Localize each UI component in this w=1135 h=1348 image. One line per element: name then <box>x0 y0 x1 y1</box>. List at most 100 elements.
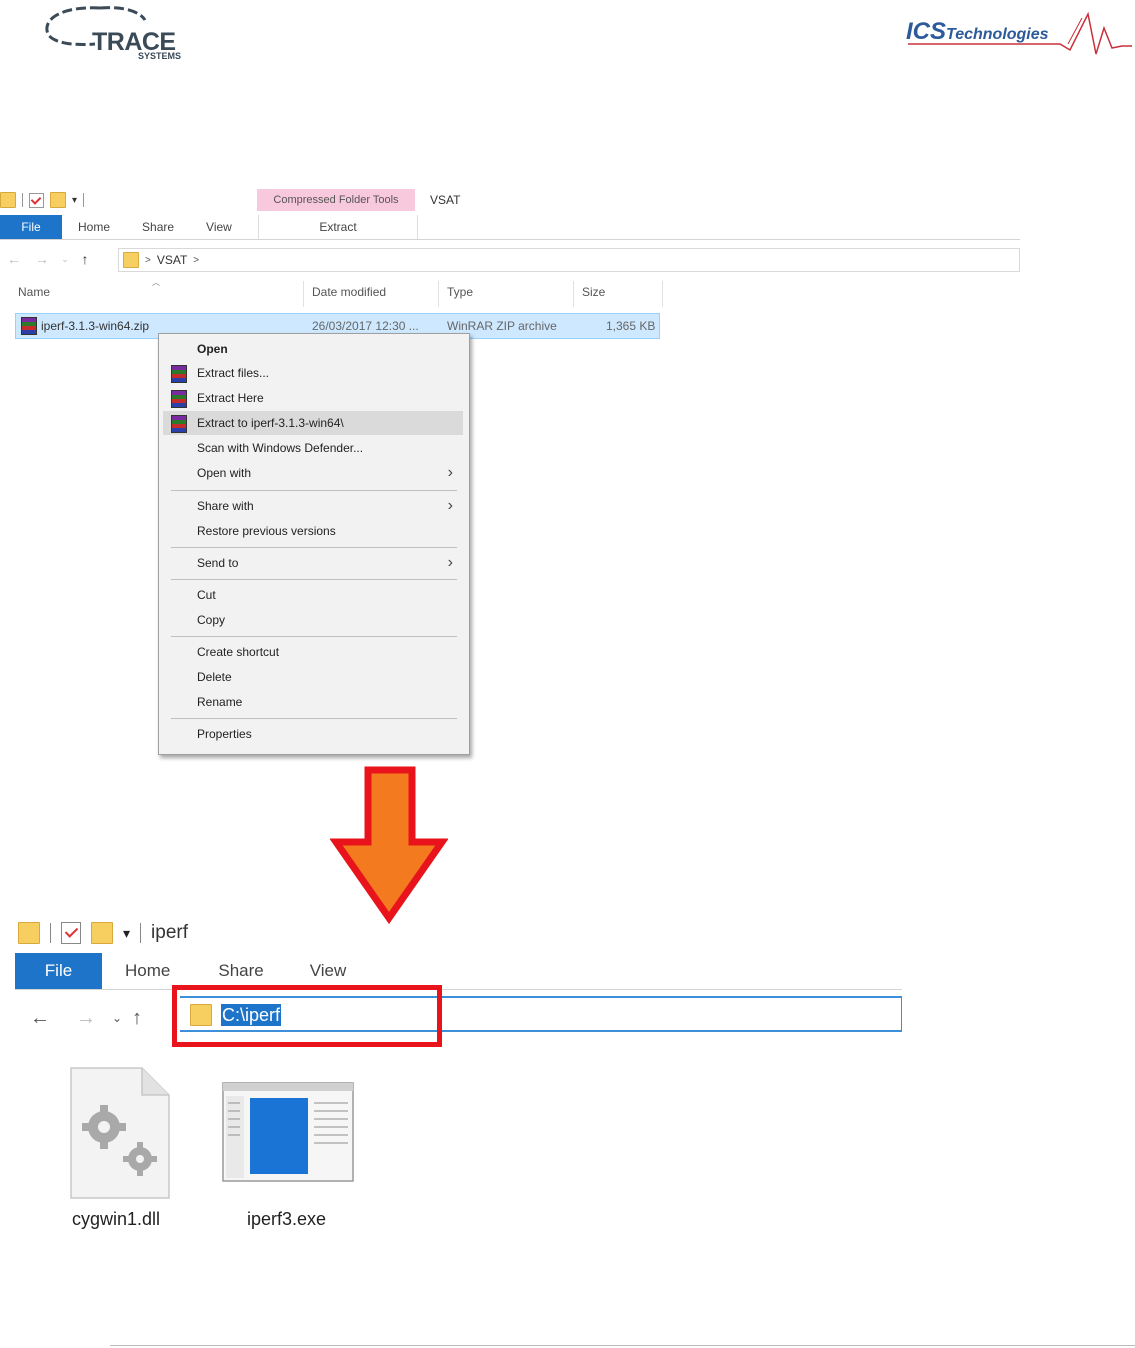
menu-item-label: Extract Here <box>197 391 264 405</box>
ics-technologies-logo: ICSTechnologies <box>900 8 1135 60</box>
winrar-archive-icon <box>21 317 37 335</box>
menu-item-scan-defender[interactable]: Scan with Windows Defender... <box>163 436 463 460</box>
menu-item-label: Cut <box>197 588 216 602</box>
folder-icon[interactable] <box>0 192 16 208</box>
chevron-right-icon: › <box>447 464 453 481</box>
menu-item-create-shortcut[interactable]: Create shortcut <box>163 640 463 664</box>
menu-item-cut[interactable]: Cut <box>163 583 463 607</box>
menu-item-restore-versions[interactable]: Restore previous versions <box>163 519 463 543</box>
breadcrumb-separator: > <box>193 254 200 266</box>
file-label-exe[interactable]: iperf3.exe <box>247 1209 326 1230</box>
up-arrow-icon[interactable]: ↑ <box>74 251 96 267</box>
ribbon-divider <box>15 989 902 990</box>
quick-access-toolbar: ▾ iperf <box>18 922 188 944</box>
winrar-icon <box>171 390 187 408</box>
menu-item-label: Create shortcut <box>197 645 280 659</box>
tab-home[interactable]: Home <box>125 953 170 989</box>
tab-view[interactable]: View <box>310 953 347 989</box>
navigation-bar: ← → ⌄ ↑ > VSAT > <box>0 247 1020 272</box>
menu-item-properties[interactable]: Properties <box>163 722 463 746</box>
tab-share[interactable]: Share <box>218 953 263 989</box>
menu-separator <box>171 490 457 491</box>
back-arrow-icon[interactable]: ← <box>0 251 28 267</box>
menu-item-label: Copy <box>197 613 226 627</box>
forward-arrow-icon[interactable]: → <box>76 1007 112 1030</box>
recent-locations-chevron-icon[interactable]: ⌄ <box>112 1011 132 1025</box>
menu-item-copy[interactable]: Copy <box>163 608 463 632</box>
column-divider[interactable] <box>303 281 304 307</box>
divider <box>140 923 142 943</box>
properties-check-icon[interactable] <box>61 922 81 944</box>
dll-settings-icon[interactable] <box>70 1067 170 1199</box>
customize-toolbar-dropdown-icon[interactable]: ▾ <box>72 195 77 206</box>
ribbon-divider <box>0 239 1020 240</box>
winrar-icon <box>171 415 187 433</box>
menu-item-label: Share with <box>197 499 254 513</box>
menu-item-extract-files[interactable]: Extract files... <box>163 361 463 385</box>
menu-separator <box>171 579 457 580</box>
column-divider[interactable] <box>662 281 663 307</box>
context-menu: Open Extract files... Extract Here Extra… <box>158 333 470 755</box>
menu-item-label: Rename <box>197 695 243 709</box>
menu-item-extract-here[interactable]: Extract Here <box>163 386 463 410</box>
ribbon-tabs: File Home Share View <box>0 215 248 239</box>
recent-locations-chevron-icon[interactable]: ⌄ <box>56 254 74 265</box>
column-header-date[interactable]: Date modified <box>312 275 386 309</box>
menu-item-label: Delete <box>197 670 232 684</box>
column-divider[interactable] <box>438 281 439 307</box>
column-header-name[interactable]: Name <box>18 275 50 309</box>
properties-check-icon[interactable] <box>29 192 44 208</box>
menu-item-open-with[interactable]: Open with › <box>163 461 463 485</box>
menu-separator <box>171 718 457 719</box>
column-header-type[interactable]: Type <box>447 275 473 309</box>
menu-item-extract-to-folder[interactable]: Extract to iperf-3.1.3-win64\ <box>163 411 463 435</box>
menu-item-delete[interactable]: Delete <box>163 665 463 689</box>
folder-icon <box>123 252 139 268</box>
customize-toolbar-dropdown-icon[interactable]: ▾ <box>123 925 130 942</box>
breadcrumb-separator: > <box>145 254 151 266</box>
file-date: 26/03/2017 12:30 ... <box>312 319 419 333</box>
sort-caret-icon: ︿ <box>152 278 160 287</box>
up-arrow-icon[interactable]: ↑ <box>132 1007 152 1030</box>
menu-item-share-with[interactable]: Share with › <box>163 494 463 518</box>
breadcrumb-folder[interactable]: VSAT <box>157 253 187 267</box>
address-bar[interactable]: > VSAT > <box>118 248 1020 272</box>
menu-item-label: Extract files... <box>197 366 270 380</box>
menu-item-open[interactable]: Open <box>163 337 463 361</box>
explorer-window-iperf: ▾ iperf File Home Share View ← → ⌄ ↑ C:\… <box>0 915 905 1255</box>
new-folder-icon[interactable] <box>91 922 113 944</box>
column-header-size[interactable]: Size <box>582 275 605 309</box>
menu-separator <box>171 547 457 548</box>
contextual-tab-group-header: Compressed Folder Tools <box>257 189 415 211</box>
column-divider[interactable] <box>573 281 574 307</box>
divider <box>83 193 85 207</box>
menu-item-send-to[interactable]: Send to › <box>163 551 463 575</box>
tab-extract[interactable]: Extract <box>258 215 418 239</box>
menu-item-label: Send to <box>197 556 239 570</box>
menu-separator <box>171 636 457 637</box>
page-bottom-rule <box>110 1345 1135 1346</box>
trace-systems-logo: TRACE SYSTEMS <box>40 2 200 64</box>
divider <box>50 923 51 943</box>
tab-view[interactable]: View <box>190 215 248 239</box>
chevron-right-icon: › <box>447 554 453 571</box>
tab-share[interactable]: Share <box>126 215 190 239</box>
file-type: WinRAR ZIP archive <box>447 319 557 333</box>
down-arrow-icon <box>330 766 448 924</box>
forward-arrow-icon[interactable]: → <box>28 251 56 267</box>
file-label-dll[interactable]: cygwin1.dll <box>72 1209 160 1230</box>
tab-file[interactable]: File <box>0 215 62 239</box>
menu-item-label: Extract to iperf-3.1.3-win64\ <box>197 416 344 430</box>
tab-file[interactable]: File <box>15 953 102 989</box>
menu-item-label: Open with <box>197 466 252 480</box>
ics-waveform-icon <box>908 11 1132 55</box>
menu-item-label: Open <box>197 342 228 356</box>
new-folder-icon[interactable] <box>50 192 66 208</box>
back-arrow-icon[interactable]: ← <box>30 1007 76 1030</box>
folder-icon[interactable] <box>18 922 40 944</box>
divider <box>22 193 23 207</box>
exe-application-icon[interactable] <box>222 1082 354 1182</box>
tab-home[interactable]: Home <box>62 215 126 239</box>
menu-item-rename[interactable]: Rename <box>163 690 463 714</box>
trace-subtext: SYSTEMS <box>138 51 182 61</box>
